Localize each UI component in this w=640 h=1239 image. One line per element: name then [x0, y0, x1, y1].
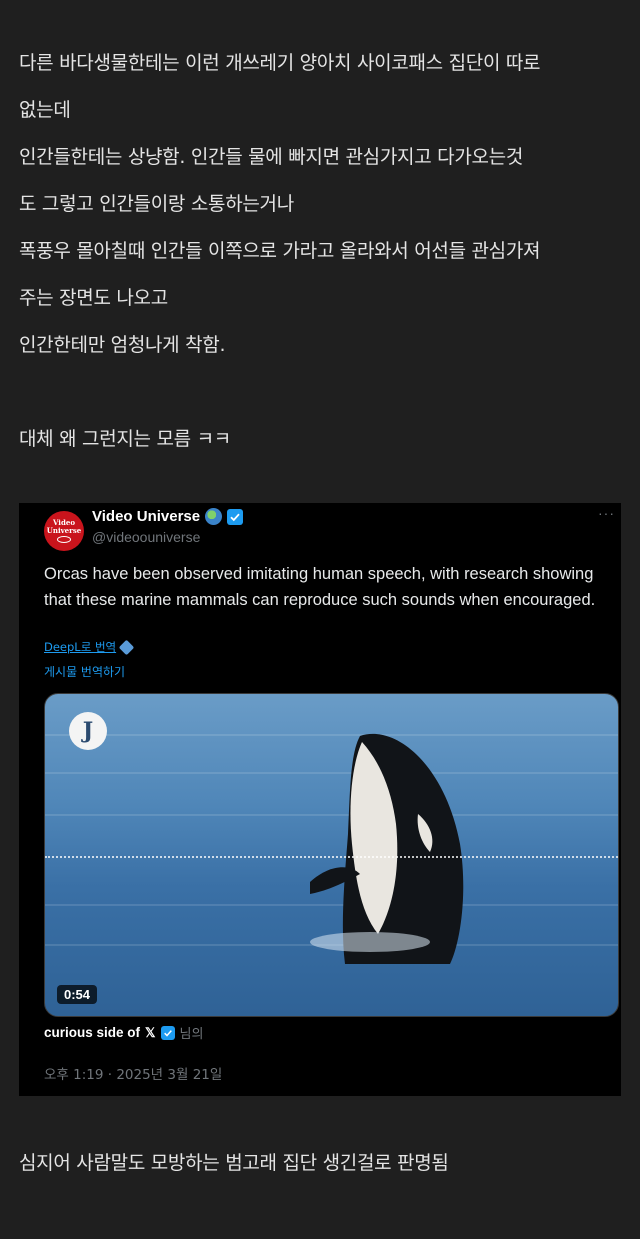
post-body: 다른 바다생물한테는 이런 개쓰레기 양아치 사이코패스 집단이 따로 없는데 … [19, 40, 629, 463]
post-line: 도 그렇고 인간들이랑 소통하는거나 [19, 193, 294, 215]
video-progress-marker [45, 856, 618, 858]
avatar-eye-icon [57, 536, 71, 543]
author-handle[interactable]: @videoouniverse [92, 529, 200, 545]
post-line: 인간들한테는 상냥함. 인간들 물에 빠지면 관심가지고 다가오는것 [19, 146, 524, 168]
verified-icon [160, 1025, 175, 1040]
tweet-text: Orcas have been observed imitating human… [44, 565, 596, 609]
author-row: Video Universe [92, 508, 244, 525]
source-account-name: curious side of [44, 1025, 141, 1040]
video-source-row[interactable]: curious side of 𝕏 님의 [44, 1023, 203, 1042]
deepl-link-label: DeepL로 번역 [44, 640, 117, 654]
embedded-tweet[interactable]: Video Universe Video Universe @videoouni… [19, 503, 621, 1096]
post-line: 인간한테만 엄청나게 착함. [19, 334, 226, 356]
verified-icon [227, 508, 244, 525]
avatar-text: Video Universe [46, 518, 82, 535]
deepl-translate-link[interactable]: DeepL로 번역 [44, 639, 135, 655]
deepl-icon [118, 639, 135, 655]
orca-image [310, 733, 464, 964]
translate-post-link[interactable]: 게시물 번역하기 [44, 663, 125, 680]
x-icon: 𝕏 [145, 1024, 156, 1040]
post-line: 없는데 [19, 99, 71, 121]
post-line: 대체 왜 그런지는 모름 ㅋㅋ [19, 428, 231, 450]
channel-logo: J [69, 712, 107, 750]
avatar[interactable]: Video Universe [44, 511, 84, 551]
post-line: 폭풍우 몰아칠때 인간들 이쪽으로 가라고 올라와서 어선들 관심가져 [19, 240, 541, 262]
source-suffix: 님의 [179, 1026, 204, 1041]
globe-icon [205, 508, 223, 525]
post-line: 다른 바다생물한테는 이런 개쓰레기 양아치 사이코패스 집단이 따로 [19, 52, 541, 74]
video-player[interactable]: J 0:54 [44, 693, 619, 1017]
more-icon[interactable]: ··· [598, 505, 615, 521]
author-display-name[interactable]: Video Universe [92, 508, 200, 525]
tweet-timestamp[interactable]: 오후 1:19 · 2025년 3월 21일 [44, 1063, 222, 1083]
video-duration: 0:54 [57, 985, 98, 1004]
post-closing-line: 심지어 사람말도 모방하는 범고래 집단 생긴걸로 판명됨 [19, 1152, 449, 1174]
post-line: 주는 장면도 나오고 [19, 287, 168, 309]
